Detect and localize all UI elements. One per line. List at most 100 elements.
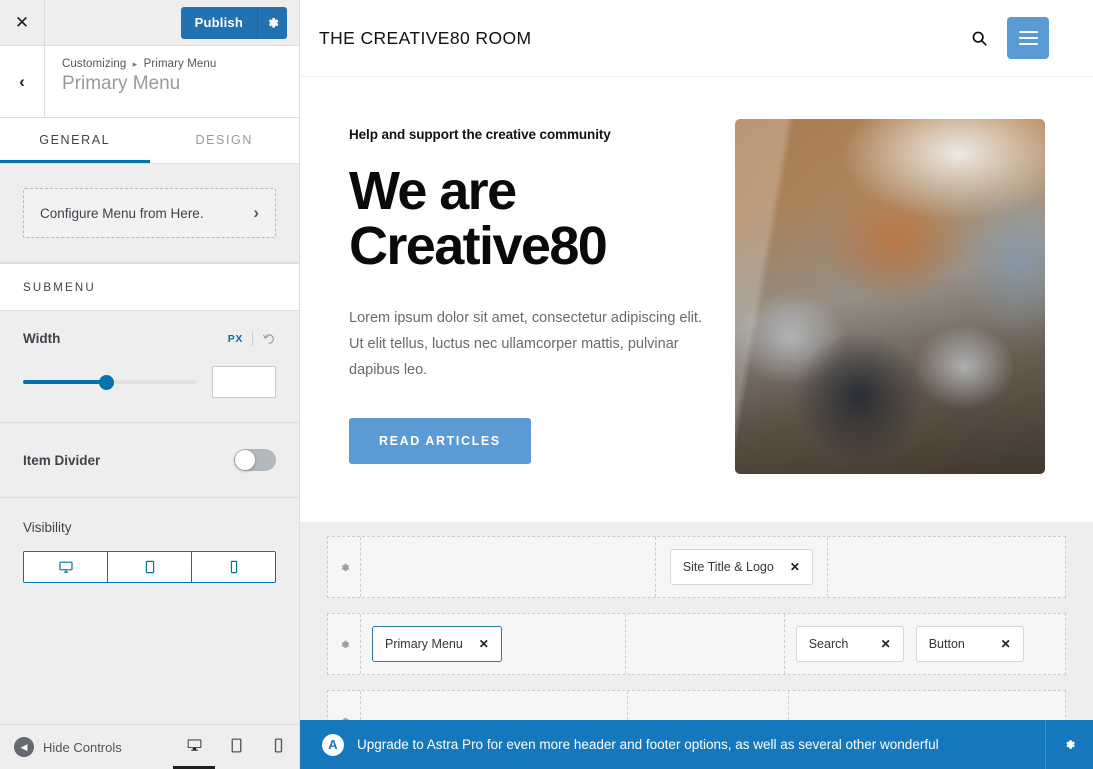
item-divider-toggle[interactable] bbox=[234, 449, 276, 471]
builder-cell-right[interactable]: Search ✕ Button ✕ bbox=[783, 614, 1065, 674]
width-slider-fill bbox=[23, 380, 107, 384]
chip-label: Site Title & Logo bbox=[682, 560, 774, 574]
breadcrumb-separator-icon: ▸ bbox=[132, 59, 138, 69]
controls-container: Configure Menu from Here. › SUBMENU Widt… bbox=[0, 164, 299, 724]
submenu-section-label: SUBMENU bbox=[23, 282, 96, 294]
site-header: THE CREATIVE80 ROOM bbox=[300, 0, 1093, 77]
customizer-sidebar: ✕ Publish ‹ Customizing ▸ Primary Menu P… bbox=[0, 0, 300, 769]
visibility-tablet-button[interactable] bbox=[107, 551, 191, 583]
customizer-app: ✕ Publish ‹ Customizing ▸ Primary Menu P… bbox=[0, 0, 1093, 769]
width-label: Width bbox=[23, 331, 61, 346]
width-control-header: Width PX bbox=[23, 331, 276, 346]
row-settings-gear-icon[interactable] bbox=[328, 537, 360, 597]
burger-line bbox=[1018, 43, 1038, 45]
width-unit-group: PX bbox=[228, 331, 276, 346]
hero-title: We are Creative80 bbox=[349, 161, 709, 277]
visibility-desktop-button[interactable] bbox=[23, 551, 107, 583]
builder-item-search[interactable]: Search ✕ bbox=[795, 626, 904, 662]
builder-cell-left[interactable]: Primary Menu ✕ bbox=[360, 614, 625, 674]
visibility-mobile-button[interactable] bbox=[191, 551, 276, 583]
hamburger-icon[interactable] bbox=[1007, 17, 1049, 59]
close-icon[interactable]: ✕ bbox=[1001, 637, 1011, 651]
hero-content: Help and support the creative community … bbox=[349, 119, 709, 474]
read-articles-button[interactable]: READ ARTICLES bbox=[349, 417, 531, 464]
row-columns: Site Title & Logo ✕ bbox=[360, 537, 1065, 597]
close-icon: ✕ bbox=[14, 12, 30, 32]
builder-item-primary-menu[interactable]: Primary Menu ✕ bbox=[372, 626, 502, 662]
astra-logo-icon: A bbox=[322, 733, 344, 756]
breadcrumb-current: Primary Menu bbox=[143, 58, 217, 70]
preview-device-group bbox=[173, 725, 299, 769]
preview-desktop-button[interactable] bbox=[173, 725, 215, 769]
panel-tabs: GENERAL DESIGN bbox=[0, 118, 299, 164]
row-settings-gear-icon[interactable] bbox=[328, 614, 360, 674]
unit-px-button[interactable]: PX bbox=[228, 333, 243, 345]
close-icon[interactable]: ✕ bbox=[881, 637, 891, 651]
configure-menu-button[interactable]: Configure Menu from Here. › bbox=[23, 188, 276, 238]
burger-line bbox=[1018, 31, 1038, 33]
row-columns: Primary Menu ✕ Search ✕ Button ✕ bbox=[360, 614, 1065, 674]
item-divider-label: Item Divider bbox=[23, 452, 101, 468]
search-icon[interactable] bbox=[970, 29, 989, 48]
hero-description: Lorem ipsum dolor sit amet, consectetur … bbox=[349, 310, 702, 378]
hero-section: Help and support the creative community … bbox=[300, 77, 1093, 522]
hero-title-line2: Creative80 bbox=[349, 216, 608, 277]
close-icon[interactable]: ✕ bbox=[479, 637, 489, 651]
hero-title-line1: We are bbox=[349, 161, 517, 221]
hide-controls-label: Hide Controls bbox=[43, 739, 122, 755]
configure-menu-block: Configure Menu from Here. › bbox=[0, 164, 299, 263]
configure-menu-label: Configure Menu from Here. bbox=[40, 205, 204, 221]
collapse-arrow-icon: ◀ bbox=[14, 737, 34, 757]
builder-item-site-title-logo[interactable]: Site Title & Logo ✕ bbox=[669, 549, 813, 585]
tab-design[interactable]: DESIGN bbox=[149, 118, 299, 163]
astra-pro-notice: A Upgrade to Astra Pro for even more hea… bbox=[300, 720, 1093, 769]
builder-cell-center[interactable] bbox=[625, 614, 784, 674]
hero-image bbox=[735, 119, 1045, 474]
back-button[interactable]: ‹ bbox=[0, 46, 45, 117]
width-slider[interactable] bbox=[23, 374, 196, 390]
item-divider-control: Item Divider bbox=[0, 423, 299, 498]
chevron-left-icon: ‹ bbox=[19, 71, 25, 91]
builder-item-button[interactable]: Button ✕ bbox=[915, 626, 1024, 662]
builder-row-above: Site Title & Logo ✕ bbox=[327, 536, 1066, 598]
builder-cell-center[interactable]: Site Title & Logo ✕ bbox=[654, 537, 827, 597]
site-preview: THE CREATIVE80 ROOM Help and support the… bbox=[300, 0, 1093, 769]
panel-header-text: Customizing ▸ Primary Menu Primary Menu bbox=[45, 46, 216, 117]
breadcrumb-root[interactable]: Customizing bbox=[62, 58, 126, 70]
notice-text: Upgrade to Astra Pro for even more heade… bbox=[357, 737, 939, 752]
toggle-knob bbox=[235, 450, 255, 470]
notice-settings-gear-icon[interactable] bbox=[1045, 720, 1093, 769]
panel-header: ‹ Customizing ▸ Primary Menu Primary Men… bbox=[0, 46, 299, 118]
tab-general[interactable]: GENERAL bbox=[0, 118, 150, 163]
close-customizer-button[interactable]: ✕ bbox=[0, 0, 45, 45]
builder-cell-right[interactable] bbox=[827, 537, 1065, 597]
page-title: Primary Menu bbox=[62, 73, 181, 94]
visibility-control: Visibility bbox=[0, 498, 299, 607]
site-title[interactable]: THE CREATIVE80 ROOM bbox=[319, 28, 531, 49]
width-slider-row bbox=[23, 366, 276, 398]
close-icon[interactable]: ✕ bbox=[790, 560, 800, 574]
hide-controls-button[interactable]: ◀ Hide Controls bbox=[0, 737, 173, 757]
sidebar-footer: ◀ Hide Controls bbox=[0, 724, 299, 769]
visibility-label: Visibility bbox=[23, 520, 72, 535]
width-slider-thumb[interactable] bbox=[98, 374, 114, 390]
chevron-right-icon: › bbox=[253, 203, 259, 222]
preview-tablet-button[interactable] bbox=[215, 725, 257, 769]
builder-cell-left[interactable] bbox=[360, 537, 655, 597]
width-number-input[interactable] bbox=[212, 366, 276, 398]
visibility-button-group bbox=[23, 551, 276, 583]
width-control: Width PX bbox=[0, 311, 299, 423]
chip-label: Primary Menu bbox=[385, 637, 463, 651]
reset-icon[interactable] bbox=[262, 332, 276, 346]
publish-button[interactable]: Publish bbox=[180, 6, 257, 39]
builder-row-primary: Primary Menu ✕ Search ✕ Button ✕ bbox=[327, 613, 1066, 675]
publish-group: Publish bbox=[180, 6, 287, 39]
submenu-section-header: SUBMENU bbox=[0, 263, 299, 311]
publish-settings-gear-icon[interactable] bbox=[257, 6, 287, 39]
chip-label: Button bbox=[928, 637, 965, 651]
unit-divider bbox=[252, 331, 253, 346]
preview-mobile-button[interactable] bbox=[257, 725, 299, 769]
burger-line bbox=[1018, 37, 1038, 39]
chip-label: Search bbox=[808, 637, 849, 651]
sidebar-topbar: ✕ Publish bbox=[0, 0, 299, 46]
